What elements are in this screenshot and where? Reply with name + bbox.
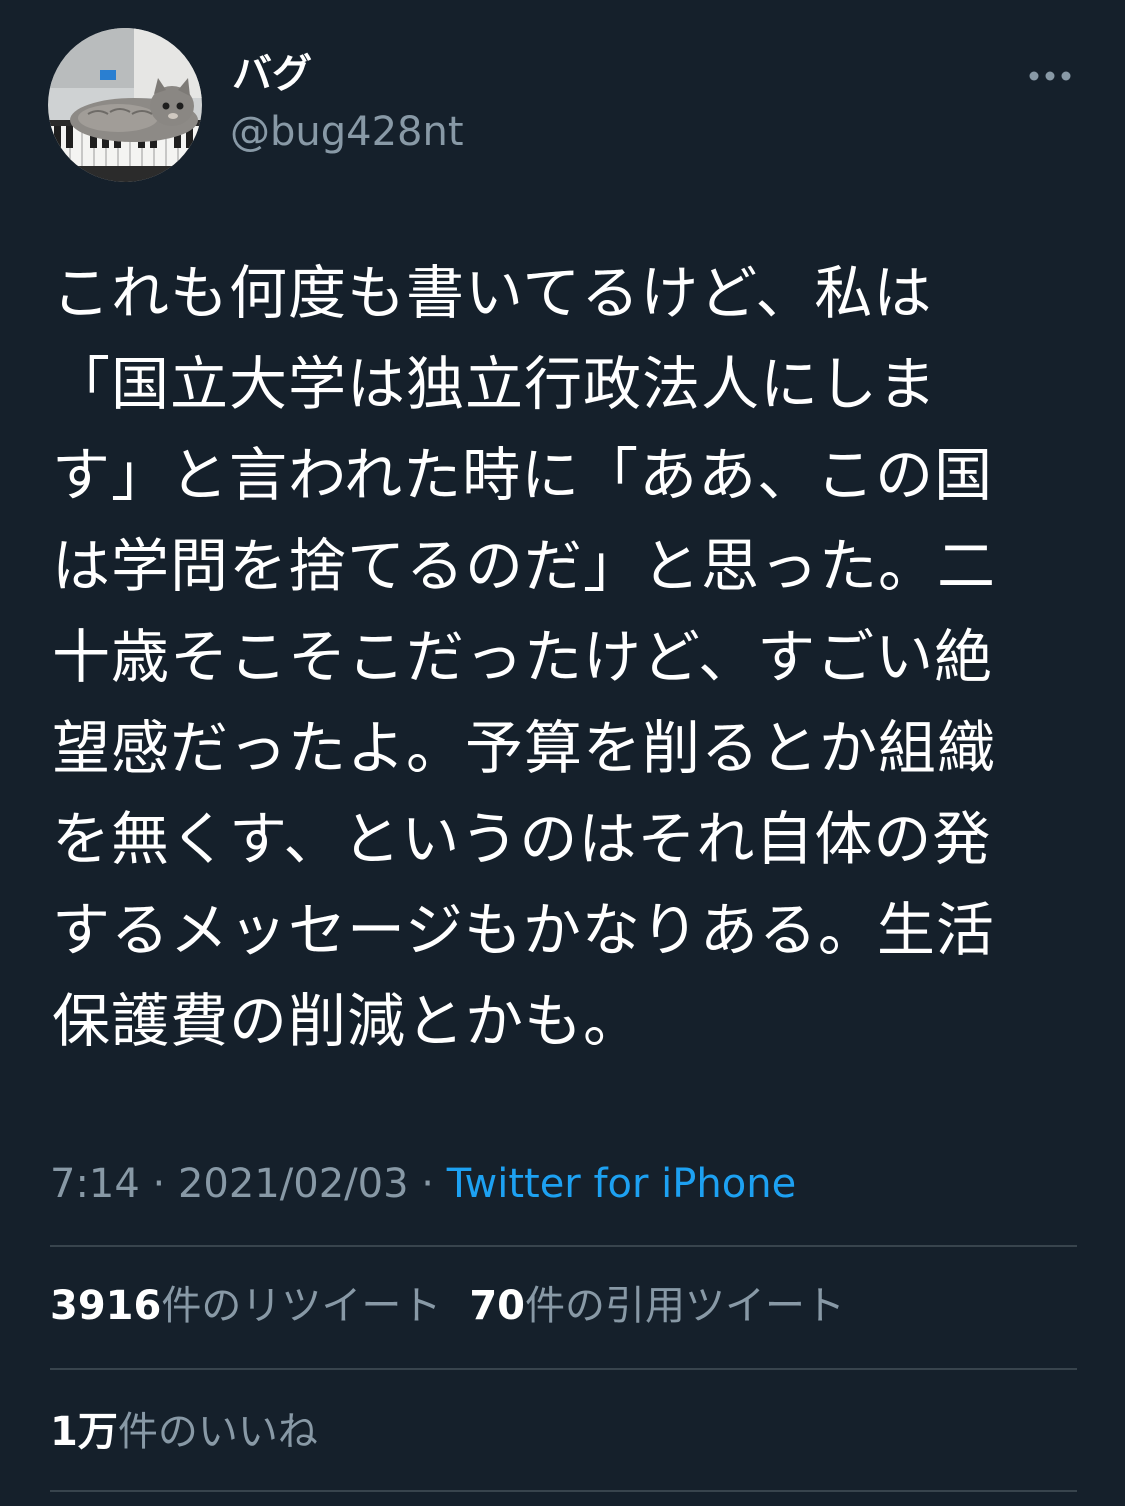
user-handle[interactable]: @bug428nt: [230, 104, 464, 160]
more-horizontal-icon: [1029, 71, 1071, 81]
like-label: 件のいいね: [117, 1409, 318, 1455]
tweet-text-line: を無くす、というのはそれ自体の発: [52, 805, 992, 873]
divider: [50, 1368, 1077, 1370]
stats-row-likes: 1万件のいいね: [50, 1404, 346, 1460]
likes-stat[interactable]: 1万件のいいね: [50, 1409, 318, 1455]
like-count: 1万: [50, 1409, 118, 1455]
tweet-source-link[interactable]: Twitter for iPhone: [447, 1161, 797, 1207]
display-name[interactable]: バグ: [232, 46, 312, 102]
tweet-detail: バグ @bug428nt これも何度も書いてるけど、私は 「国立大学は独立行政法…: [0, 0, 1125, 1506]
tweet-meta: 7:14 · 2021/02/03 · Twitter for iPhone: [50, 1156, 796, 1212]
tweet-time[interactable]: 7:14: [50, 1161, 140, 1207]
avatar-image: [48, 28, 202, 182]
avatar[interactable]: [48, 28, 202, 182]
tweet-text-line: 保護費の削減とかも。: [52, 987, 643, 1055]
tweet-text-line: は学問を捨てるのだ」と思った。二: [52, 532, 997, 600]
tweet-text-line: これも何度も書いてるけど、私は: [52, 259, 933, 327]
meta-separator: ·: [152, 1161, 166, 1207]
tweet-date[interactable]: 2021/02/03: [178, 1161, 409, 1207]
stats-row-retweets: 3916件のリツイート 70件の引用ツイート: [50, 1278, 873, 1334]
quote-count: 70: [469, 1283, 525, 1329]
retweets-stat[interactable]: 3916件のリツイート: [50, 1283, 441, 1329]
quote-label: 件の引用ツイート: [525, 1283, 845, 1329]
more-options-button[interactable]: [1020, 56, 1080, 96]
tweet-text-line: 十歳そこそこだったけど、すごい絶: [52, 623, 994, 691]
retweet-label: 件のリツイート: [161, 1283, 442, 1329]
quotes-stat[interactable]: 70件の引用ツイート: [469, 1283, 845, 1329]
meta-separator: ·: [421, 1161, 434, 1207]
retweet-count: 3916: [50, 1283, 162, 1329]
tweet-text: これも何度も書いてるけど、私は 「国立大学は独立行政法人にしま す」と言われた時…: [52, 248, 1052, 1067]
divider: [50, 1490, 1077, 1492]
tweet-text-line: 望感だったよ。予算を削るとか組織: [52, 714, 997, 782]
divider: [50, 1245, 1077, 1247]
tweet-text-line: 「国立大学は独立行政法人にしま: [52, 350, 938, 418]
tweet-text-line: するメッセージもかなりある。生活: [52, 896, 995, 964]
tweet-text-line: す」と言われた時に「ああ、この国: [52, 441, 994, 509]
